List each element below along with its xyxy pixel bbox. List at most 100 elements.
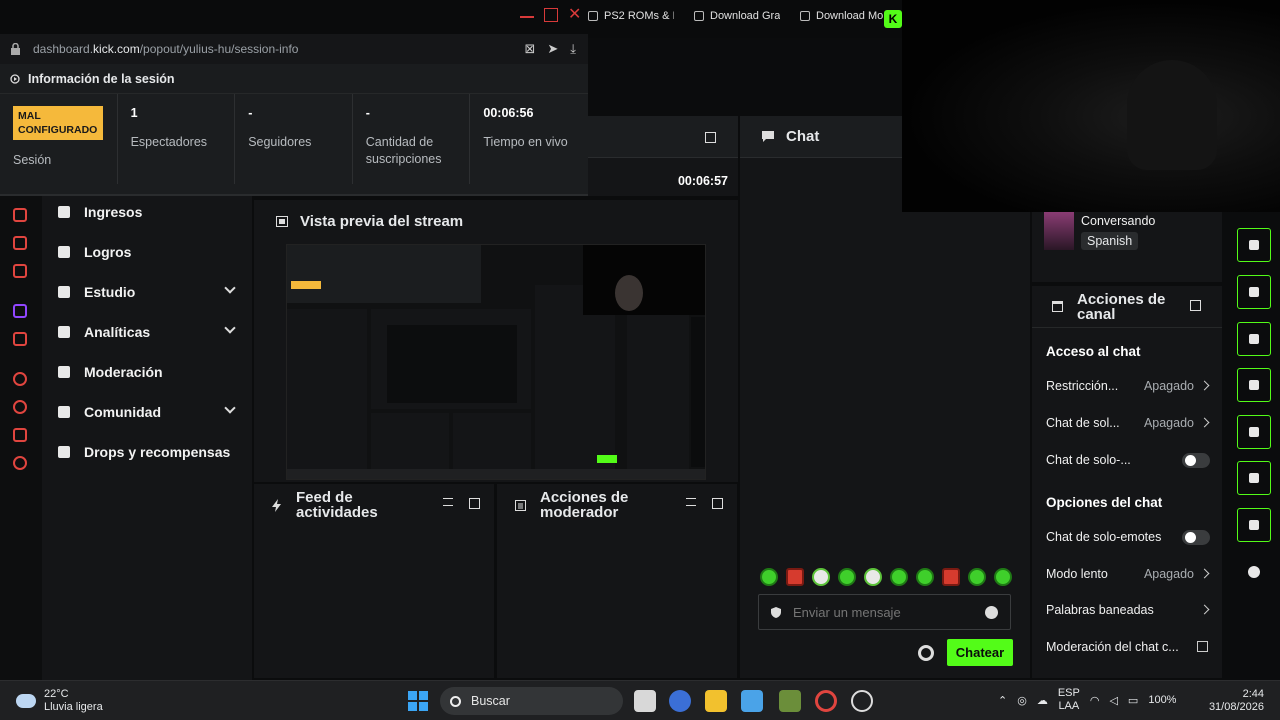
browser-tab[interactable]: Download Gra (694, 10, 780, 22)
chat-message-input[interactable] (793, 604, 963, 620)
emote-icon[interactable] (916, 568, 934, 586)
volume-icon[interactable]: ◁ (1109, 694, 1117, 707)
qbittorrent-icon[interactable] (669, 690, 691, 712)
chat-send-button[interactable]: Chatear (947, 639, 1013, 666)
category-thumbnail (1044, 212, 1074, 250)
extensions-icon[interactable] (13, 428, 27, 442)
history-icon[interactable] (13, 400, 27, 414)
sidebar-app-icon[interactable] (13, 264, 27, 278)
url-bar[interactable]: dashboard.kick.com/popout/yulius-hu/sess… (0, 34, 588, 64)
tab-favicon-icon (694, 11, 704, 21)
weather-widget[interactable]: 22°C Lluvia ligera (16, 688, 103, 714)
expand-icon[interactable] (1190, 300, 1201, 311)
expand-icon[interactable] (705, 132, 716, 143)
battery-icon[interactable]: ▭ (1128, 694, 1138, 707)
row-subscribers-only[interactable]: Chat de solo-... (1046, 450, 1210, 470)
nav-item-drops[interactable]: Drops y recompensas (58, 440, 234, 464)
system-tray: ⌃ ◎ ☁ ESP LAA ◠ ◁ ▭ 100% (998, 687, 1176, 713)
emote-icon[interactable] (838, 568, 856, 586)
session-header: Información de la sesión (0, 64, 588, 94)
emote-icon[interactable] (968, 568, 986, 586)
community-icon (58, 406, 70, 418)
row-chat-moderation[interactable]: Moderación del chat c... (1046, 637, 1210, 657)
stream-preview-toggle[interactable] (1237, 228, 1271, 262)
windows-start-icon[interactable] (408, 691, 428, 711)
emote-icon[interactable] (786, 568, 804, 586)
tools-toggle[interactable] (1237, 508, 1271, 542)
chevron-down-icon (224, 282, 236, 294)
opera-gx-icon[interactable] (815, 690, 837, 712)
status-badge: MAL CONFIGURADO (13, 106, 103, 140)
store-icon[interactable] (741, 690, 763, 712)
taskbar-clock[interactable]: 2:44 31/08/2026 (1209, 688, 1264, 714)
taskbar-search[interactable]: Buscar (440, 687, 623, 715)
channel-actions-toggle[interactable] (1237, 461, 1271, 495)
sidebar-app-icon[interactable] (13, 236, 27, 250)
sidebar-app-icon[interactable] (13, 332, 27, 346)
close-icon[interactable]: ✕ (568, 7, 582, 23)
filter-icon[interactable] (686, 498, 696, 506)
chevron-up-icon[interactable]: ⌃ (998, 694, 1007, 707)
cloud-icon[interactable]: ☁ (1037, 694, 1048, 707)
apps-icon[interactable] (1248, 566, 1260, 578)
nav-item-comunidad[interactable]: Comunidad (58, 400, 236, 424)
download-icon[interactable]: ⤓ (570, 41, 576, 57)
emote-icon[interactable] (812, 568, 830, 586)
twitch-icon[interactable] (13, 304, 27, 318)
sync-icon[interactable]: ◎ (1017, 694, 1027, 707)
nav-item-ingresos[interactable]: Ingresos (58, 200, 234, 224)
center-header (588, 116, 738, 158)
analytics-icon (58, 326, 70, 338)
nav-item-logros[interactable]: Logros (58, 240, 234, 264)
file-explorer-icon[interactable] (705, 690, 727, 712)
task-view-icon[interactable] (634, 690, 656, 712)
row-banned-words[interactable]: Palabras baneadas (1046, 600, 1210, 620)
nav-item-estudio[interactable]: Estudio (58, 280, 236, 304)
kick-tab-icon[interactable]: K (884, 10, 902, 28)
tab-favicon-icon (588, 11, 598, 21)
wifi-icon[interactable]: ◠ (1090, 694, 1100, 707)
expand-icon[interactable] (469, 498, 480, 509)
row-restriction[interactable]: Restricción... Apagado (1046, 376, 1210, 396)
mod-actions-panel: Acciones de moderador (497, 484, 737, 678)
emote-icon[interactable] (994, 568, 1012, 586)
nav-item-analiticas[interactable]: Analíticas (58, 320, 236, 344)
emote-icon[interactable] (890, 568, 908, 586)
mod-actions-toggle[interactable] (1237, 322, 1271, 356)
activity-toggle[interactable] (1237, 275, 1271, 309)
lightning-icon (1249, 287, 1259, 297)
nav-item-moderacion[interactable]: Moderación (58, 360, 234, 384)
browser-tab[interactable]: Download Mo (800, 10, 886, 22)
sidebar-app-icon[interactable] (13, 208, 27, 222)
record-icon[interactable] (13, 372, 27, 386)
filter-icon[interactable] (443, 498, 453, 506)
toggle-switch[interactable] (1182, 530, 1210, 545)
expand-icon[interactable] (712, 498, 723, 509)
shield-x-icon[interactable]: ⊠ (524, 41, 535, 57)
toggle-switch[interactable] (1182, 453, 1210, 468)
emote-icon[interactable] (760, 568, 778, 586)
language-indicator[interactable]: ESP LAA (1058, 687, 1080, 713)
chat-input-box[interactable] (758, 594, 1011, 630)
chat-toggle[interactable] (1237, 368, 1271, 402)
activity-feed-panel: Feed de actividades (254, 484, 494, 678)
minecraft-icon[interactable] (779, 690, 801, 712)
obs-icon[interactable] (851, 690, 873, 712)
browser-tab[interactable]: PS2 ROMs & IS (588, 10, 674, 22)
emote-icon[interactable] (864, 568, 882, 586)
settings-icon[interactable] (13, 456, 27, 470)
maximize-icon[interactable] (544, 8, 558, 22)
session-toggle[interactable] (1237, 415, 1271, 449)
chat-settings-icon[interactable] (918, 645, 934, 661)
browser-tabs: PS2 ROMs & IS Download Gra Download Mo (588, 10, 886, 22)
tab-favicon-icon (800, 11, 810, 21)
minimize-icon[interactable] (520, 8, 534, 18)
emote-icon[interactable] (942, 568, 960, 586)
send-icon[interactable]: ➤ (547, 41, 558, 57)
chevron-right-icon (1199, 417, 1210, 428)
row-emotes-only[interactable]: Chat de solo-emotes (1046, 527, 1210, 547)
emoji-icon[interactable] (985, 606, 998, 619)
stream-preview-video[interactable] (286, 244, 706, 480)
row-followers-only[interactable]: Chat de sol... Apagado (1046, 413, 1210, 433)
row-slow-mode[interactable]: Modo lento Apagado (1046, 564, 1210, 584)
